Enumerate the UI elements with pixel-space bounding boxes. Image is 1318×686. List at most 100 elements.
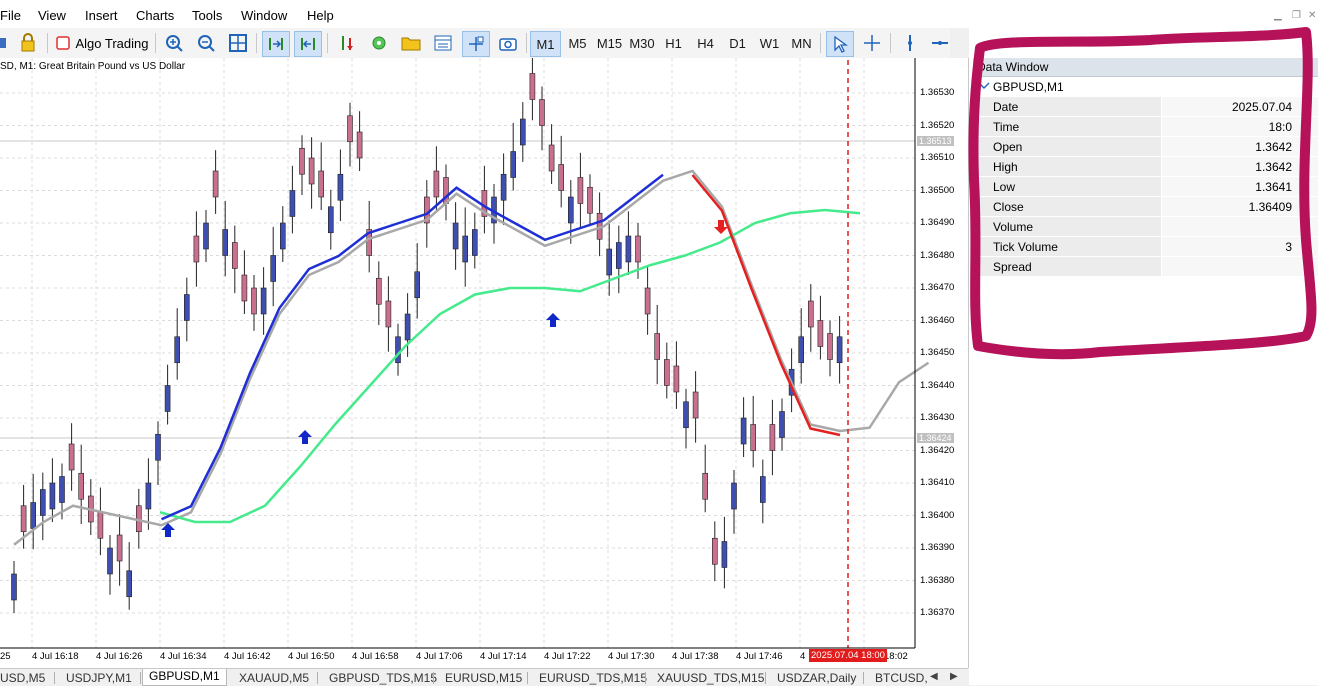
candle-body [798, 336, 805, 364]
chart-shift-icon[interactable] [262, 31, 290, 57]
tab-scroll-right-icon[interactable]: ▶ [950, 671, 958, 682]
row-label: Close [993, 200, 1024, 214]
time-label: 18:02 [884, 651, 908, 662]
price-label: 1.36450 [920, 347, 955, 358]
price-tag-lower: 1.36424 [917, 433, 954, 443]
menu-view[interactable]: View [38, 8, 66, 23]
horizontal-line-icon[interactable] [930, 31, 950, 55]
chart-tab[interactable]: USDZAR,Daily [777, 671, 856, 685]
row-label: Open [993, 140, 1023, 154]
tf-m30-button[interactable]: M30 [627, 31, 657, 55]
menu-tools[interactable]: Tools [192, 8, 222, 23]
price-chart[interactable] [0, 58, 968, 668]
tf-d1-button[interactable]: D1 [723, 31, 752, 55]
candle-body [836, 336, 843, 364]
candle-body [740, 417, 747, 445]
crosshair-icon[interactable] [860, 31, 884, 55]
buy-arrow-icon [298, 430, 312, 444]
chart-tab[interactable]: BTCUSD, [875, 671, 928, 685]
candle-body [644, 287, 651, 315]
menu-file[interactable]: File [0, 8, 21, 23]
price-label: 1.36380 [920, 575, 955, 586]
tf-w1-button[interactable]: W1 [755, 31, 784, 55]
price-label: 1.36520 [920, 120, 955, 131]
tab-scroll-left-icon[interactable]: ◀ [930, 671, 938, 682]
time-label: 4 Jul 16:18 [32, 651, 79, 662]
price-label: 1.36480 [920, 250, 955, 261]
autoscroll-icon[interactable] [294, 31, 322, 57]
buy-arrow-icon [546, 313, 560, 327]
menu-window[interactable]: Window [241, 8, 287, 23]
tf-h4-button[interactable]: H4 [691, 31, 720, 55]
candle-body [356, 131, 363, 159]
row-value: 1.3642 [1255, 160, 1292, 174]
vertical-line-icon[interactable] [898, 31, 922, 55]
candle-body [232, 242, 238, 269]
crosshair-grid-icon[interactable] [462, 31, 490, 57]
price-label: 1.36390 [920, 542, 955, 553]
indicators-icon[interactable] [335, 31, 359, 55]
candle-body [471, 229, 478, 256]
candle-body [558, 164, 565, 191]
tf-m15-button[interactable]: M15 [595, 31, 624, 55]
candle-body [731, 482, 737, 510]
row-label: High [993, 160, 1018, 174]
candle-body [510, 151, 517, 178]
candle-body [107, 547, 113, 575]
chart-tab[interactable]: GBPUSD_TDS,M15 [329, 671, 437, 685]
chart-tab[interactable]: EURUSD,M15 [445, 671, 522, 685]
chart-window[interactable]: SD, M1: Great Britain Pound vs US Dollar… [0, 58, 969, 668]
chart-tab[interactable]: XAUUSD_TDS,M15 [657, 671, 764, 685]
menu-insert[interactable]: Insert [85, 8, 118, 23]
algo-trading-label: Algo Trading [75, 35, 149, 51]
tile-windows-icon[interactable] [227, 31, 249, 55]
candle-body [606, 248, 613, 276]
candle-body [654, 333, 661, 360]
candle-body [548, 144, 555, 172]
row-label: Volume [993, 220, 1034, 234]
screenshot-icon[interactable] [496, 31, 520, 55]
menu-bar: File View Insert Charts Tools Window Hel… [0, 0, 1318, 28]
chart-tab[interactable]: USD,M5 [0, 671, 45, 685]
chart-tab[interactable]: XAUAUD,M5 [239, 671, 309, 685]
terminal-icon[interactable] [431, 31, 455, 55]
close-icon[interactable]: ✕ [1308, 10, 1316, 21]
experts-icon[interactable] [367, 31, 391, 55]
candle-body [500, 173, 507, 201]
chart-tab[interactable]: EURUSD_TDS,M15 [539, 671, 647, 685]
data-window-row: Time 18:0 [973, 117, 1318, 137]
lock-icon[interactable] [16, 31, 40, 55]
zoom-out-icon[interactable] [195, 31, 217, 55]
menu-help[interactable]: Help [307, 8, 334, 23]
zoom-in-icon[interactable] [163, 31, 185, 55]
candle-body [817, 320, 824, 347]
price-label: 1.36460 [920, 315, 955, 326]
tf-mn-button[interactable]: MN [787, 31, 816, 55]
line-chart-icon [976, 82, 990, 92]
chart-tab[interactable]: USDJPY,M1 [66, 671, 132, 685]
data-window-row: Spread [973, 257, 1318, 277]
price-label: 1.36420 [920, 445, 955, 456]
chart-tab-active[interactable]: GBPUSD,M1 [142, 669, 227, 686]
tf-m1-button[interactable]: M1 [530, 31, 561, 57]
algo-trading-button[interactable]: Algo Trading [54, 31, 150, 55]
candle-body [308, 157, 315, 185]
menu-charts[interactable]: Charts [136, 8, 174, 23]
minimize-icon[interactable]: ▁ [1274, 10, 1282, 21]
folder-icon[interactable] [399, 31, 423, 55]
data-window-header: Data Window [973, 58, 1318, 77]
tf-m5-button[interactable]: M5 [563, 31, 592, 55]
restore-icon[interactable]: ❐ [1292, 10, 1301, 21]
candle-body [567, 196, 574, 224]
row-label: Spread [993, 260, 1032, 274]
chart-title: SD, M1: Great Britain Pound vs US Dollar [0, 61, 186, 72]
candle-body [807, 300, 814, 328]
tf-h1-button[interactable]: H1 [659, 31, 688, 55]
candle-body [462, 235, 469, 263]
time-label: 4 Jul 16:50 [288, 651, 335, 662]
toolbar-edge-icon[interactable] [0, 31, 10, 55]
toolbar: Algo Trading M1 M5 M15 M30 H1 H4 D1 W1 M… [0, 28, 950, 59]
ma-fast-line [160, 173, 664, 521]
cursor-icon[interactable] [826, 31, 854, 57]
candle-body [615, 242, 622, 269]
